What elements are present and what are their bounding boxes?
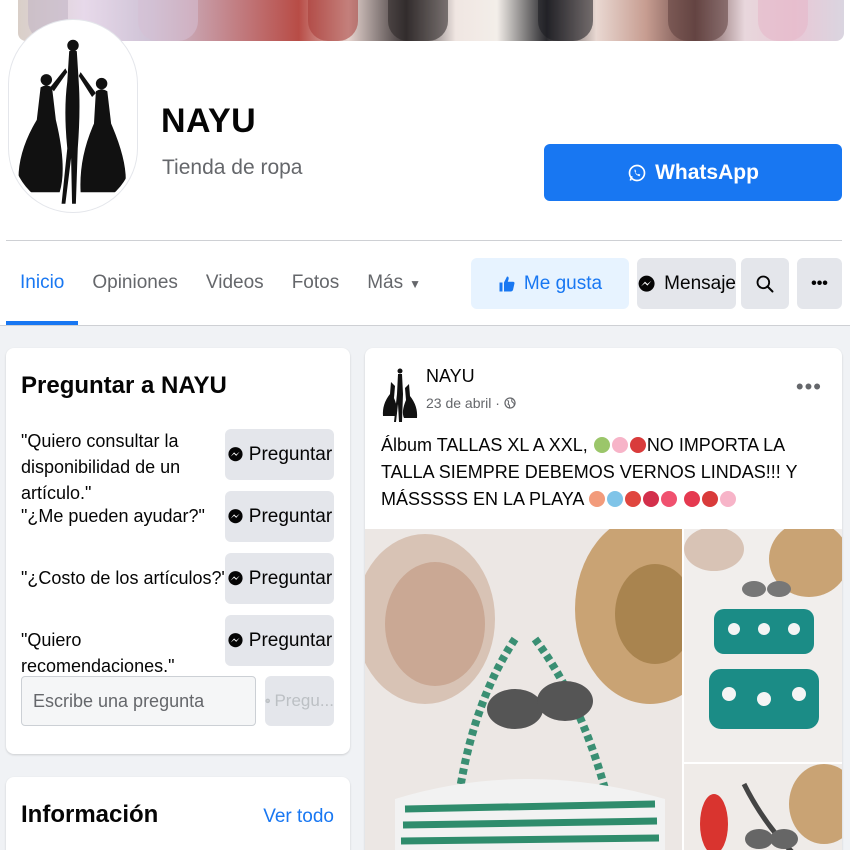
messenger-icon	[228, 509, 243, 524]
post-author-avatar[interactable]	[381, 364, 419, 424]
page-title: NAYU	[161, 102, 257, 140]
whatsapp-button[interactable]: WhatsApp	[544, 144, 842, 201]
question-text: "Quiero consultar la disponibilidad de u…	[21, 431, 181, 503]
rose-emoji-icon	[702, 491, 719, 507]
messenger-icon	[228, 447, 243, 462]
heart-emoji-icon	[684, 491, 701, 507]
post-date: 23 de abril ·	[426, 395, 500, 411]
ask-button-label: Preguntar	[248, 567, 333, 589]
post-card: NAYU 23 de abril · ••• Álbum TALLAS XL A…	[365, 348, 842, 850]
tab-label: Más	[367, 272, 404, 293]
messenger-icon	[638, 275, 655, 292]
post-photo-main[interactable]	[365, 529, 682, 850]
ask-button-label: Preguntar	[248, 629, 333, 651]
question-text: "Quiero recomendaciones."	[21, 630, 175, 676]
ask-button[interactable]: Preguntar	[225, 615, 334, 666]
tab-opiniones[interactable]: Opiniones	[78, 258, 192, 324]
ask-button[interactable]: Preguntar	[225, 429, 334, 480]
question-text: "¿Costo de los artículos?"	[21, 568, 228, 588]
tab-label: Inicio	[20, 272, 65, 293]
send-question-button[interactable]: Pregu...	[265, 676, 334, 726]
tab-label: Fotos	[291, 272, 340, 293]
messenger-icon	[228, 571, 243, 586]
more-options-button[interactable]: •••	[797, 258, 842, 309]
tab-fotos[interactable]: Fotos	[278, 258, 354, 324]
message-label: Mensaje	[664, 272, 736, 294]
swimsuit-photo	[684, 529, 842, 762]
info-card: Información Ver todo	[6, 777, 350, 850]
search-icon	[756, 275, 774, 292]
globe-icon	[504, 397, 516, 409]
ask-button-label: Preguntar	[248, 443, 333, 465]
page-tabs: Inicio Opiniones Videos Fotos Más ▼	[6, 258, 435, 326]
ask-button[interactable]: Preguntar	[225, 491, 334, 542]
post-photo-3[interactable]	[684, 764, 842, 850]
ask-page-card: Preguntar a NAYU "Quiero consultar la di…	[6, 348, 350, 754]
see-all-link[interactable]: Ver todo	[263, 806, 334, 828]
post-text: Álbum TALLAS XL A XXL, NO IMPORTA LA TAL…	[381, 432, 826, 513]
ellipsis-icon: •••	[795, 374, 822, 399]
tab-mas[interactable]: Más ▼	[353, 258, 435, 324]
kiss-emoji-icon	[643, 491, 660, 507]
blossom-emoji-icon	[611, 437, 628, 453]
page-category: Tienda de ropa	[162, 156, 303, 179]
header-divider	[6, 240, 842, 241]
caret-down-icon: ▼	[409, 277, 422, 291]
question-input[interactable]	[21, 676, 256, 726]
messenger-icon	[265, 698, 270, 704]
info-title: Información	[21, 801, 159, 828]
tab-label: Opiniones	[92, 272, 178, 293]
like-button[interactable]: Me gusta	[471, 258, 629, 309]
message-button[interactable]: Mensaje	[637, 258, 736, 309]
ask-button[interactable]: Preguntar	[225, 553, 334, 604]
post-text-part: Álbum TALLAS XL A XXL,	[381, 435, 588, 455]
post-photo-2[interactable]	[684, 529, 842, 762]
page-header: NAYU Tienda de ropa WhatsApp Inicio Opin…	[0, 0, 850, 326]
post-timestamp[interactable]: 23 de abril ·	[426, 395, 516, 411]
blossom-emoji-icon	[720, 491, 737, 507]
cover-photo[interactable]	[18, 0, 844, 41]
rose-emoji-icon	[629, 437, 646, 453]
beach-emoji-icon	[607, 491, 624, 507]
bouquet-emoji-icon	[593, 437, 610, 453]
post-author[interactable]: NAYU	[426, 366, 475, 387]
heart-emoji-icon	[661, 491, 678, 507]
messenger-icon	[228, 633, 243, 648]
post-options-button[interactable]: •••	[796, 374, 822, 400]
tab-inicio[interactable]: Inicio	[6, 258, 79, 325]
whatsapp-label: WhatsApp	[655, 160, 759, 184]
ask-button-label: Preguntar	[248, 505, 333, 527]
bikini-emoji-icon	[589, 491, 606, 507]
tab-label: Videos	[205, 272, 264, 293]
ask-title: Preguntar a NAYU	[21, 372, 227, 399]
question-text: "¿Me pueden ayudar?"	[21, 506, 205, 526]
swimsuit-photo	[684, 764, 842, 850]
silhouette-logo-icon	[18, 39, 126, 204]
whatsapp-icon	[628, 164, 646, 181]
search-button[interactable]	[741, 258, 789, 309]
swimsuit-photo	[365, 529, 682, 850]
tulip-emoji-icon	[625, 491, 642, 507]
ellipsis-icon: •••	[811, 274, 828, 292]
profile-picture[interactable]	[9, 20, 137, 212]
send-label: Pregu...	[274, 691, 334, 710]
tab-videos[interactable]: Videos	[192, 258, 278, 324]
thumbs-up-icon	[499, 276, 515, 291]
like-label: Me gusta	[523, 272, 603, 294]
